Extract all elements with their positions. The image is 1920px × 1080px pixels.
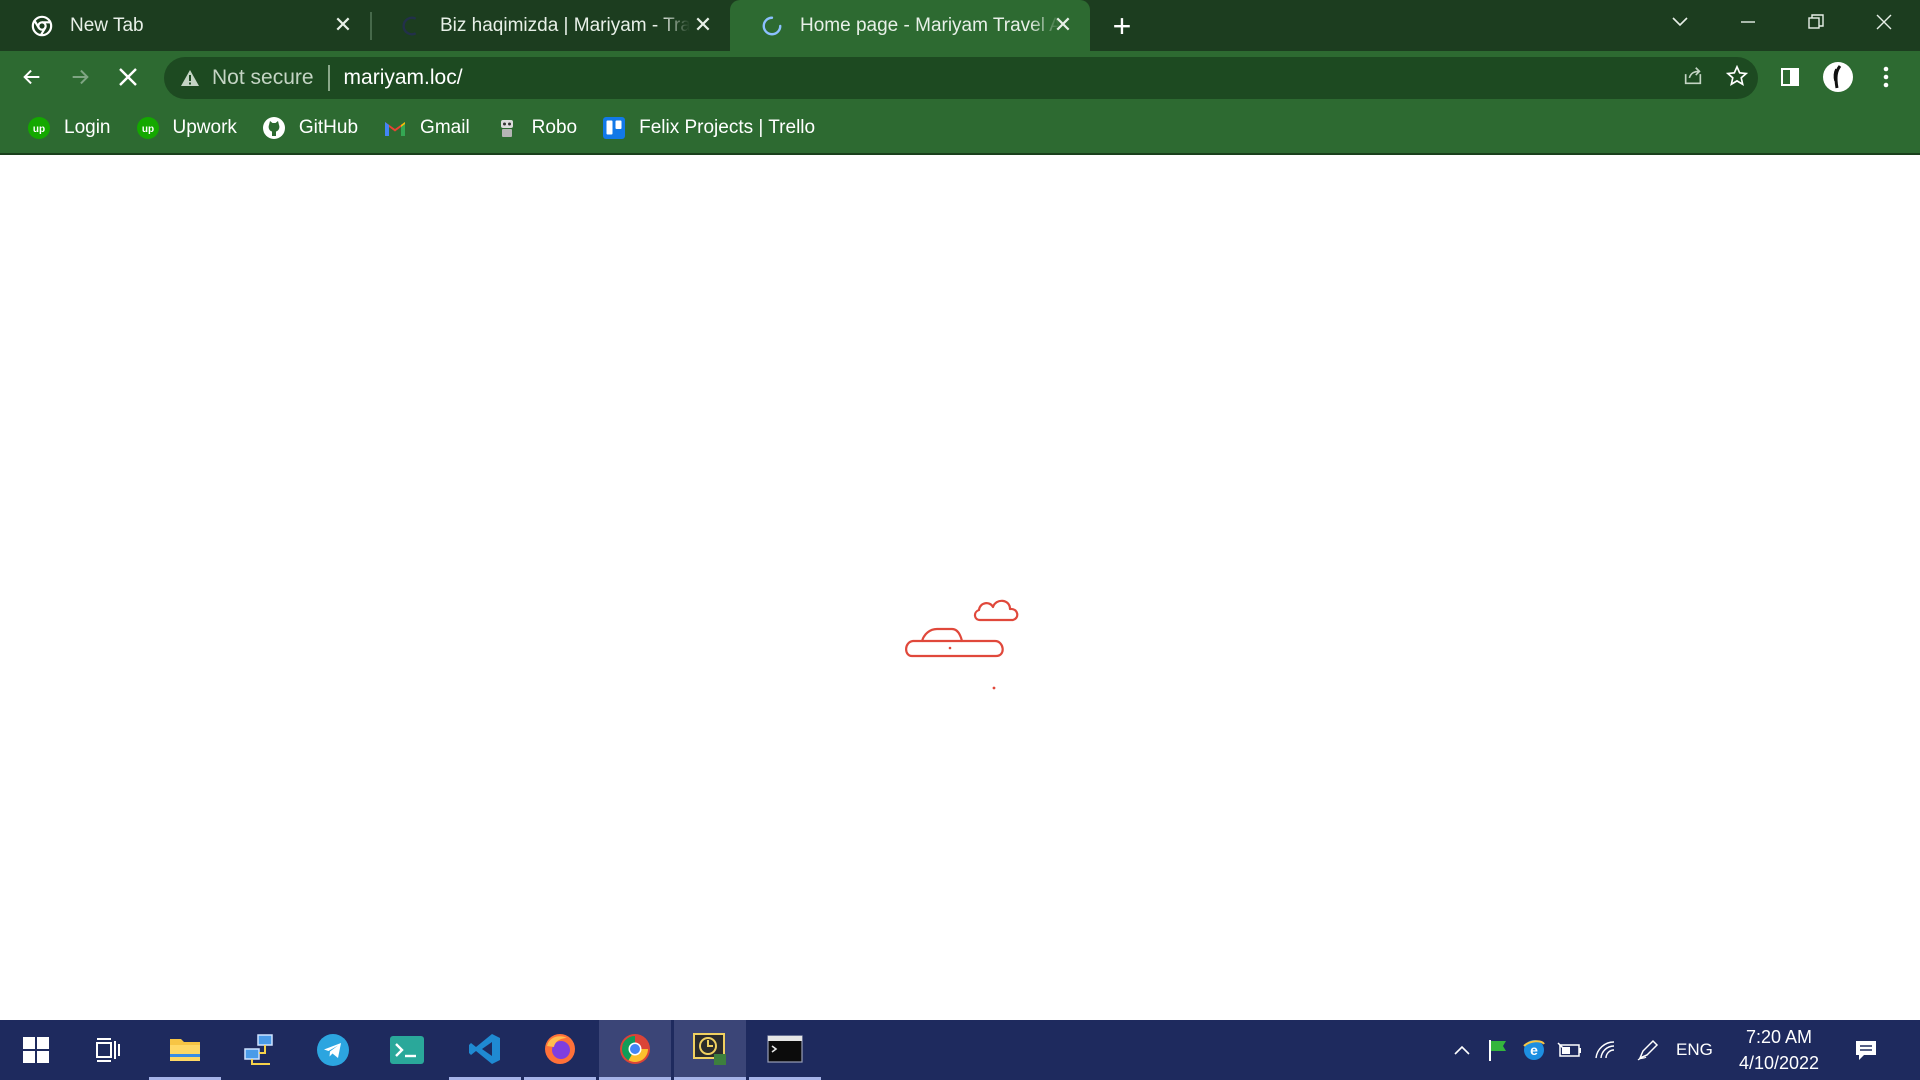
monitor-icon (693, 1032, 726, 1065)
bookmark-label: GitHub (298, 117, 359, 138)
airplane-clouds-loader (900, 565, 1050, 705)
windows-icon (23, 1037, 49, 1063)
new-tab-button[interactable]: + (1106, 10, 1138, 42)
site-icon (400, 14, 424, 38)
tab-title: New Tab (70, 14, 144, 36)
bookmarks-bar: up Login up Upwork GitHub Gmail Robo Fel… (0, 103, 1920, 153)
gmail-icon (382, 115, 408, 141)
vscode-icon (469, 1033, 500, 1064)
windows-taskbar: e ENG 7:20 AM 4/10/2022 (0, 1020, 1920, 1080)
tab-title: Home page - Mariyam Travel Agency (800, 14, 1060, 36)
trello-icon (601, 115, 627, 141)
tab-new-tab[interactable]: New Tab ✕ (0, 0, 370, 51)
bookmark-robo[interactable]: Robo (486, 110, 585, 146)
share-icon[interactable] (1682, 65, 1704, 92)
network-icon (244, 1034, 273, 1065)
telegram-icon (317, 1034, 349, 1066)
taskbar-telegram[interactable] (297, 1020, 369, 1080)
upwork-icon: up (26, 115, 52, 141)
chrome-icon (620, 1033, 650, 1064)
close-icon[interactable]: ✕ (330, 12, 356, 38)
clock-date: 4/10/2022 (1738, 1053, 1820, 1073)
battery-icon[interactable] (1556, 1020, 1584, 1080)
firefox-icon (545, 1033, 575, 1064)
console-icon (767, 1034, 803, 1063)
bookmark-label: Login (64, 117, 111, 138)
terminal-icon (390, 1036, 424, 1064)
minimize-icon[interactable] (1714, 0, 1782, 44)
chevron-up-icon (1454, 1045, 1470, 1055)
chrome-icon (30, 14, 54, 38)
url-text[interactable]: mariyam.loc/ (344, 66, 463, 90)
tab-search-icon[interactable] (1646, 0, 1714, 44)
flag-icon[interactable] (1484, 1020, 1512, 1080)
cloud-icon (905, 627, 1004, 658)
svg-text:e: e (1530, 1042, 1538, 1058)
bookmark-gmail[interactable]: Gmail (374, 110, 478, 146)
ie-icon[interactable]: e (1520, 1020, 1548, 1080)
show-hidden-icons[interactable] (1448, 1020, 1476, 1080)
restore-icon[interactable] (1782, 0, 1850, 44)
loading-spinner-icon (760, 14, 784, 38)
warning-icon[interactable] (178, 66, 202, 90)
bookmark-trello[interactable]: Felix Projects | Trello (593, 110, 823, 146)
taskbar-chrome[interactable] (599, 1020, 671, 1080)
notifications-icon[interactable] (1846, 1020, 1886, 1080)
robot-icon (494, 115, 520, 141)
close-window-icon[interactable] (1850, 0, 1918, 44)
upwork-icon: up (135, 115, 161, 141)
side-panel-icon[interactable] (1772, 59, 1808, 95)
tab-title: Biz haqimizda | Mariyam - Travel (440, 14, 690, 36)
taskbar-vscode[interactable] (449, 1020, 521, 1080)
taskbar-network[interactable] (223, 1020, 295, 1080)
close-icon[interactable]: ✕ (690, 12, 716, 38)
security-label[interactable]: Not secure (212, 66, 314, 90)
profile-avatar[interactable] (1820, 59, 1856, 95)
tab-biz-haqimizda[interactable]: Biz haqimizda | Mariyam - Travel ✕ (370, 0, 730, 51)
clock-time: 7:20 AM (1745, 1027, 1813, 1047)
bookmark-upwork[interactable]: up Upwork (127, 110, 245, 146)
tab-strip: New Tab ✕ Biz haqimizda | Mariyam - Trav… (0, 0, 1920, 51)
star-icon[interactable] (1725, 64, 1749, 92)
task-view-button[interactable] (72, 1020, 144, 1080)
language-indicator[interactable]: ENG (1676, 1020, 1713, 1080)
taskbar-console[interactable] (749, 1020, 821, 1080)
folder-icon (170, 1038, 200, 1061)
browser-toolbar: Not secure mariyam.loc/ (0, 51, 1920, 103)
svg-text:up: up (141, 124, 153, 135)
taskbar-file-explorer[interactable] (149, 1020, 221, 1080)
taskbar-firefox[interactable] (524, 1020, 596, 1080)
stop-loading-button[interactable] (110, 59, 146, 95)
svg-text:up: up (33, 124, 45, 135)
taskbar-monitor[interactable] (674, 1020, 746, 1080)
bookmark-login[interactable]: up Login (18, 110, 119, 146)
bookmark-label: Upwork (172, 117, 237, 138)
cloud-icon (973, 599, 1019, 622)
taskbar-terminal[interactable] (371, 1020, 443, 1080)
wifi-icon[interactable] (1592, 1020, 1620, 1080)
bookmark-label: Robo (531, 117, 578, 138)
menu-icon[interactable] (1868, 59, 1904, 95)
pen-icon[interactable] (1634, 1020, 1662, 1080)
github-icon (261, 115, 287, 141)
start-button[interactable] (0, 1020, 72, 1080)
bookmark-label: Felix Projects | Trello (639, 117, 816, 138)
tab-home-page[interactable]: Home page - Mariyam Travel Agency ✕ (730, 0, 1090, 51)
back-button[interactable] (14, 59, 50, 95)
divider (327, 65, 330, 91)
task-view-icon (96, 1038, 120, 1062)
bookmark-label: Gmail (420, 117, 470, 138)
forward-button[interactable] (62, 59, 98, 95)
close-icon[interactable]: ✕ (1050, 12, 1076, 38)
clock[interactable]: 7:20 AM 4/10/2022 (1726, 1024, 1832, 1076)
address-bar[interactable]: Not secure mariyam.loc/ (164, 57, 1758, 99)
page-content (0, 155, 1920, 1020)
bookmark-github[interactable]: GitHub (253, 110, 366, 146)
